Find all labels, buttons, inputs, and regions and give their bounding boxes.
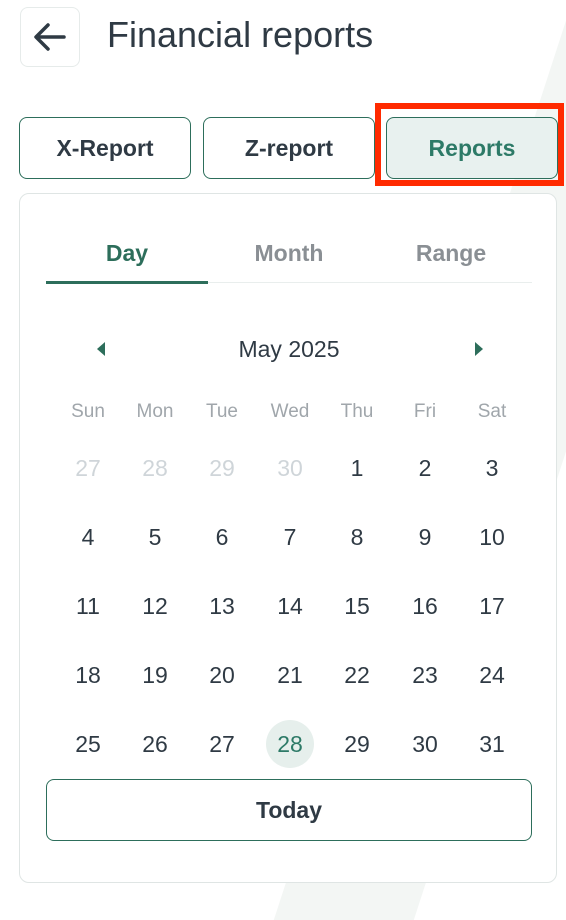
calendar-day[interactable]: 29 — [333, 720, 381, 768]
calendar-day[interactable]: 4 — [64, 513, 112, 561]
weekday-label: Sat — [477, 401, 507, 422]
calendar-header: May 2025 — [20, 324, 558, 374]
calendar-day[interactable]: 20 — [198, 651, 246, 699]
calendar-day[interactable]: 26 — [131, 720, 179, 768]
calendar-day[interactable]: 12 — [131, 582, 179, 630]
calendar-day[interactable]: 18 — [64, 651, 112, 699]
weekday-label: Fri — [413, 401, 437, 422]
calendar-day[interactable]: 30 — [401, 720, 449, 768]
calendar-day[interactable]: 7 — [266, 513, 314, 561]
calendar-day[interactable]: 23 — [401, 651, 449, 699]
calendar-day[interactable]: 14 — [266, 582, 314, 630]
calendar-day[interactable]: 31 — [468, 720, 516, 768]
calendar-day[interactable]: 2 — [401, 444, 449, 492]
period-tabs: Day Month Range — [46, 224, 532, 284]
calendar-day[interactable]: 15 — [333, 582, 381, 630]
calendar-day[interactable]: 1 — [333, 444, 381, 492]
back-button[interactable] — [20, 7, 80, 67]
calendar-day[interactable]: 17 — [468, 582, 516, 630]
report-card: Day Month Range May 2025 Sun Mon Tue Wed… — [19, 193, 557, 883]
calendar-day[interactable]: 28 — [131, 444, 179, 492]
calendar-day[interactable]: 6 — [198, 513, 246, 561]
calendar-day[interactable]: 8 — [333, 513, 381, 561]
weekday-label: Sun — [71, 401, 105, 422]
calendar-day[interactable]: 30 — [266, 444, 314, 492]
tab-z-report[interactable]: Z-report — [203, 117, 375, 179]
weekday-label: Wed — [270, 401, 310, 422]
next-month-button[interactable] — [466, 336, 492, 362]
arrow-left-icon — [34, 23, 66, 51]
active-tab-indicator — [46, 281, 208, 284]
calendar-day[interactable]: 10 — [468, 513, 516, 561]
calendar-day[interactable]: 11 — [64, 582, 112, 630]
tab-range[interactable]: Range — [370, 224, 532, 282]
tab-month[interactable]: Month — [208, 224, 370, 282]
header: Financial reports — [0, 0, 566, 80]
highlight-box — [375, 103, 564, 186]
calendar-day[interactable]: 27 — [198, 720, 246, 768]
page-title: Financial reports — [107, 14, 374, 55]
calendar-day[interactable]: 24 — [468, 651, 516, 699]
calendar-day[interactable]: 28 — [266, 720, 314, 768]
caret-right-icon — [475, 342, 483, 356]
weekday-label: Mon — [136, 401, 174, 422]
calendar-day[interactable]: 27 — [64, 444, 112, 492]
weekday-header: Sun Mon Tue Wed Thu Fri Sat — [20, 397, 558, 427]
calendar-day[interactable]: 22 — [333, 651, 381, 699]
calendar-day[interactable]: 25 — [64, 720, 112, 768]
weekday-label: Tue — [205, 401, 239, 422]
today-button[interactable]: Today — [46, 779, 532, 841]
calendar-day[interactable]: 9 — [401, 513, 449, 561]
calendar-day[interactable]: 5 — [131, 513, 179, 561]
weekday-label: Thu — [340, 401, 374, 422]
calendar-day[interactable]: 13 — [198, 582, 246, 630]
calendar-day[interactable]: 19 — [131, 651, 179, 699]
calendar-day[interactable]: 29 — [198, 444, 246, 492]
calendar-day[interactable]: 3 — [468, 444, 516, 492]
calendar-day[interactable]: 16 — [401, 582, 449, 630]
tab-day[interactable]: Day — [46, 224, 208, 282]
calendar-day[interactable]: 21 — [266, 651, 314, 699]
tab-x-report[interactable]: X-Report — [19, 117, 191, 179]
